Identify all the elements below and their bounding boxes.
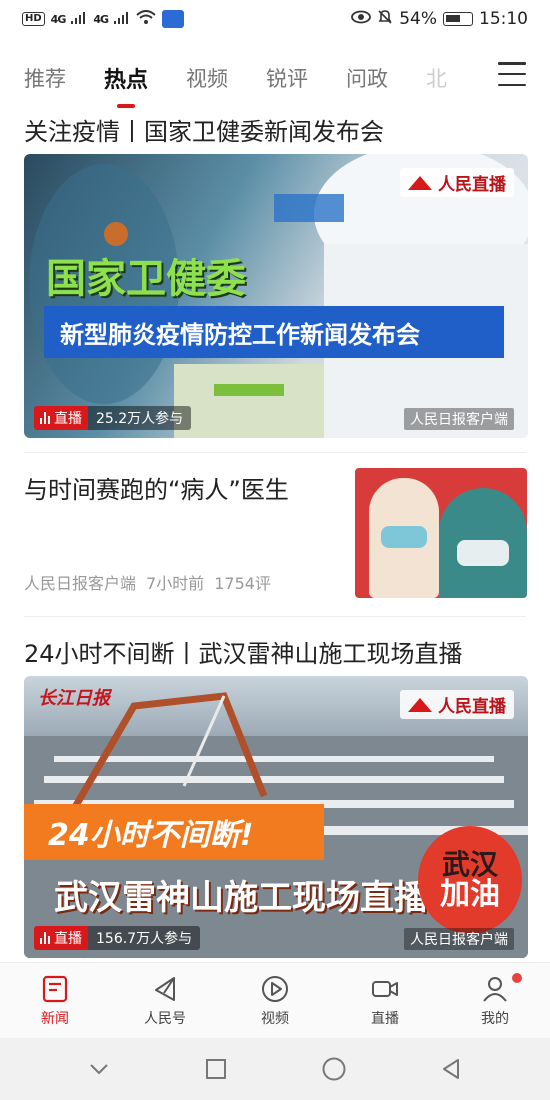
overlay-band-title: 新型肺炎疫情防控工作新闻发布会 [44, 306, 504, 358]
overlay-title-green: 国家卫健委 [46, 256, 246, 302]
notification-dot [512, 973, 522, 983]
nav-mine[interactable]: 我的 [440, 963, 550, 1038]
status-bar: HD 4G 4G 54% 15:10 [0, 0, 550, 38]
doctor-illustration [369, 478, 439, 598]
status-right: 54% 15:10 [351, 9, 528, 30]
nav-video[interactable]: 视频 [220, 963, 330, 1038]
menu-icon-line [498, 62, 526, 65]
article-thumbnail[interactable] [355, 468, 527, 598]
people-live-logo-icon [408, 697, 432, 712]
nav-live[interactable]: 直播 [330, 963, 440, 1038]
participants-count: 25.2万人参与 [88, 406, 192, 430]
square-icon [206, 1059, 227, 1079]
article-meta: 人民日报客户端 7小时前 1754评 [24, 570, 271, 594]
tab-inquiry[interactable]: 问政 [346, 63, 388, 93]
channel-menu-button[interactable] [498, 62, 526, 86]
live-bars-icon [40, 412, 50, 424]
nav-video-label: 视频 [261, 1010, 289, 1027]
home-button[interactable] [319, 1054, 349, 1084]
article-source: 人民日报客户端 [24, 574, 137, 593]
live-tag-text: 直播 [54, 931, 82, 947]
play-icon [262, 975, 288, 1002]
signal-2-indicator: 4G [93, 12, 109, 26]
live-tag: 直播 [34, 926, 88, 950]
live-card-headline[interactable]: 关注疫情丨国家卫健委新闻发布会 [24, 112, 384, 147]
live-badge: 直播 25.2万人参与 [34, 406, 192, 430]
menu-icon-line [498, 72, 526, 76]
article-comments: 1754评 [214, 574, 271, 593]
seal-line-2: 加油 [440, 876, 500, 912]
status-left: HD 4G 4G [22, 9, 185, 29]
live-bars-icon [40, 932, 50, 944]
face-mask-shape [381, 526, 427, 548]
nav-news[interactable]: 新闻 [0, 963, 110, 1038]
circle-icon [322, 1057, 346, 1081]
collapse-chevron-icon[interactable] [84, 1054, 114, 1084]
nav-live-label: 直播 [371, 1010, 399, 1027]
nurse-illustration [439, 488, 527, 598]
signal-bars-icon [114, 9, 130, 29]
live-tag-text: 直播 [54, 411, 82, 427]
clock: 15:10 [479, 9, 528, 29]
nav-people-account-label: 人民号 [144, 1010, 186, 1027]
people-live-brand: 人民直播 [400, 690, 514, 719]
nav-news-label: 新闻 [41, 1010, 69, 1027]
people-live-logo-icon [408, 175, 432, 190]
app-notification-icon [162, 10, 185, 28]
menu-icon-line [498, 83, 526, 86]
battery-percent: 54% [399, 9, 437, 29]
live-card-headline[interactable]: 24小时不间断丨武汉雷神山施工现场直播 [24, 634, 463, 669]
nav-mine-label: 我的 [481, 1010, 509, 1027]
battery-icon [443, 12, 473, 26]
recent-apps-button[interactable] [201, 1054, 231, 1084]
user-icon [483, 976, 507, 1002]
people-live-brand: 人民直播 [400, 168, 514, 197]
tab-beijing[interactable]: 北 [426, 63, 447, 93]
tab-hot[interactable]: 热点 [104, 62, 148, 108]
article-title[interactable]: 与时间赛跑的“病人”医生 [24, 470, 289, 505]
feed-divider [24, 452, 526, 453]
hd-indicator: HD [22, 12, 45, 26]
tab-recommend[interactable]: 推荐 [24, 63, 66, 93]
feed-divider [24, 616, 526, 617]
wuhan-jiayou-seal: 武汉 加油 [418, 826, 522, 934]
source-label: 人民日报客户端 [404, 408, 514, 430]
people-live-brand-text: 人民直播 [438, 175, 506, 195]
bottom-nav: 新闻 人民号 视频 直播 我的 [0, 962, 550, 1038]
signal-1-indicator: 4G [50, 12, 67, 26]
eye-icon [351, 9, 372, 29]
seal-line-1: 武汉 [441, 847, 498, 881]
article-time: 7小时前 [146, 574, 205, 593]
channel-tabs: 推荐 热点 视频 锐评 问政 北 [0, 52, 550, 108]
source-label: 人民日报客户端 [404, 928, 514, 950]
back-button[interactable] [436, 1054, 466, 1084]
live-tag: 直播 [34, 406, 88, 430]
live-card-image[interactable]: 长江日报 人民直播 24小时不间断! 武汉雷神山施工现场直播 武汉 加油 直播 … [24, 676, 528, 958]
overlay-orange-title: 24小时不间断! [24, 804, 324, 860]
news-icon [42, 975, 68, 1002]
nav-people-account[interactable]: 人民号 [110, 963, 220, 1038]
live-card-image[interactable]: 人民直播 国家卫健委 新型肺炎疫情防控工作新闻发布会 直播 25.2万人参与 人… [24, 154, 528, 438]
participants-count: 156.7万人参与 [88, 926, 201, 950]
system-navigation-bar [0, 1038, 550, 1100]
paper-plane-icon [155, 976, 175, 1001]
video-camera-icon [372, 980, 398, 997]
triangle-back-icon [443, 1059, 460, 1079]
tab-commentary[interactable]: 锐评 [266, 63, 308, 93]
live-badge: 直播 156.7万人参与 [34, 926, 201, 950]
tab-video[interactable]: 视频 [186, 63, 228, 93]
signal-bars-icon [71, 9, 87, 29]
changjiang-daily-logo: 长江日报 [38, 688, 110, 709]
overlay-site-title: 武汉雷神山施工现场直播 [54, 878, 428, 918]
face-mask-shape [457, 540, 509, 566]
wifi-icon [136, 9, 156, 29]
mute-bell-icon [377, 9, 393, 30]
people-live-brand-text: 人民直播 [438, 697, 506, 717]
